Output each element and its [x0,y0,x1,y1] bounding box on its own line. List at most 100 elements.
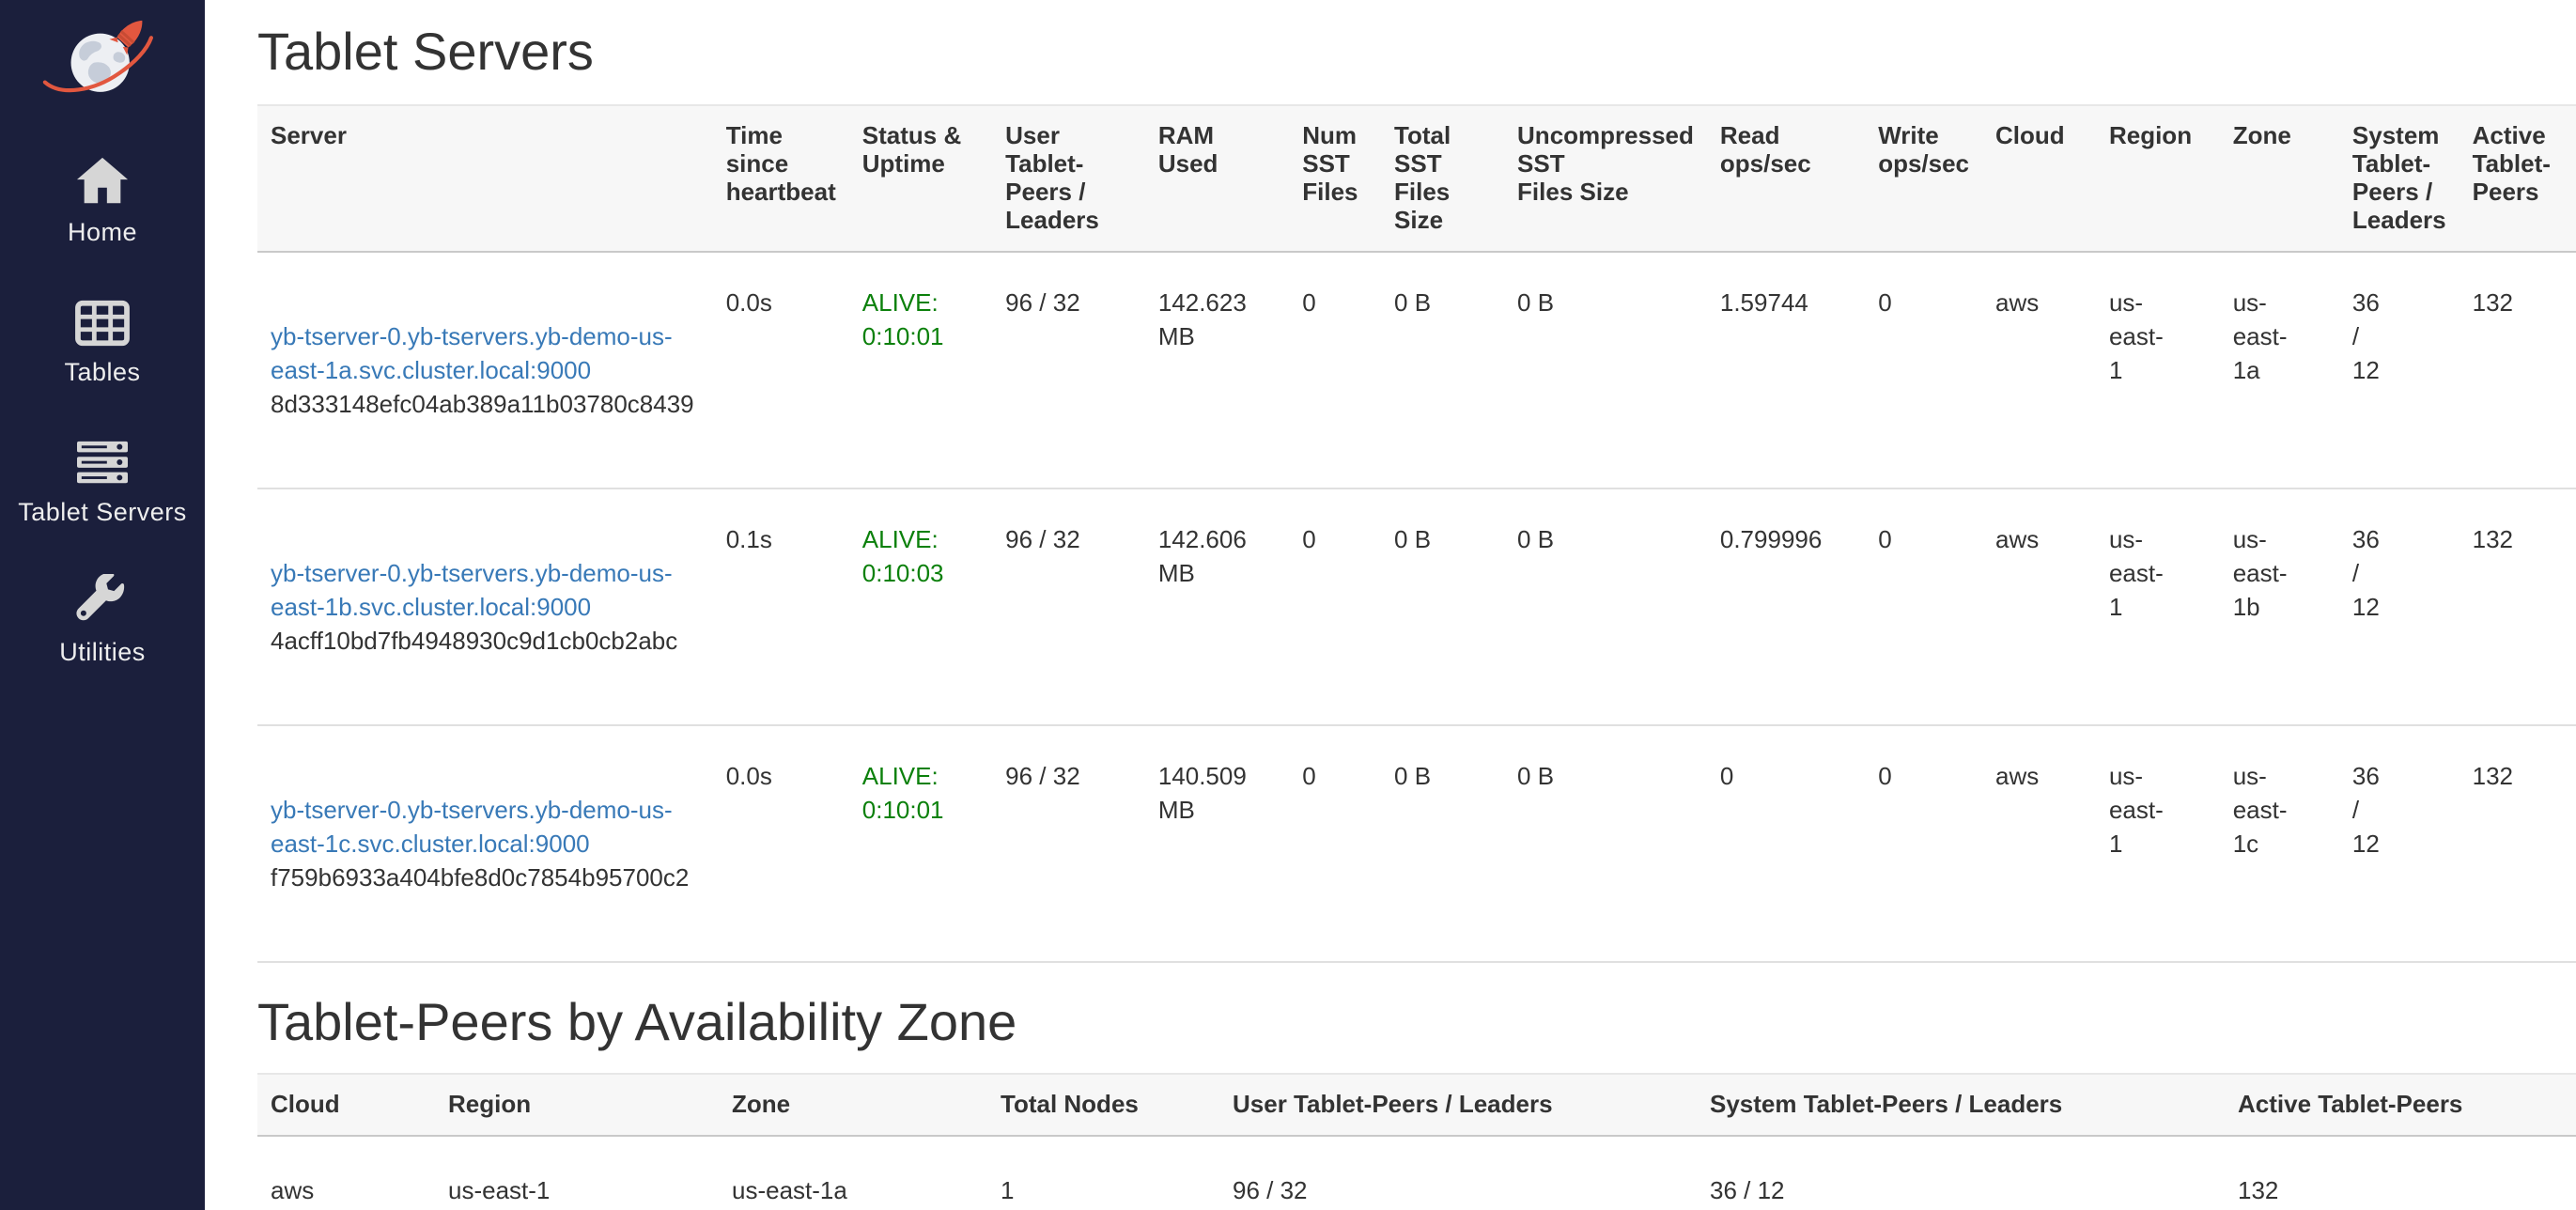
table-row: yb-tserver-0.yb-tservers.yb-demo-us-east… [257,725,2576,962]
yugabyte-logo[interactable] [32,15,173,100]
ram-used-cell: 142.606 MB [1145,489,1289,725]
num-sst-files-cell: 0 [1289,725,1381,962]
ram-used-cell: 140.509 MB [1145,725,1289,962]
time-since-heartbeat-cell: 0.0s [713,725,849,962]
sidebar-item-tablet-servers[interactable]: Tablet Servers [0,432,205,572]
col-header-user-tablet-peers: User Tablet-Peers / Leaders [1219,1074,1697,1136]
active-tablet-peers-cell: 132 [2460,489,2576,725]
server-link[interactable]: yb-tserver-0.yb-tservers.yb-demo-us-east… [271,559,673,621]
tablet-servers-table: Server Time since heartbeat Status & Upt… [257,104,2576,963]
col-header-zone: Zone [2220,105,2339,252]
zone-cell: us- east- 1a [2220,252,2339,489]
home-icon [73,152,132,209]
col-header-num-sst-files: Num SST Files [1289,105,1381,252]
utilities-icon [74,572,131,628]
server-link[interactable]: yb-tserver-0.yb-tservers.yb-demo-us-east… [271,322,673,384]
time-since-heartbeat-cell: 0.1s [713,489,849,725]
col-header-zone: Zone [719,1074,987,1136]
sidebar-item-tables[interactable]: Tables [0,292,205,432]
ram-used-cell: 142.623 MB [1145,252,1289,489]
sidebar-item-home[interactable]: Home [0,152,205,292]
uncompressed-sst-size-cell: 0 B [1504,252,1707,489]
server-uuid: 4acff10bd7fb4948930c9d1cb0cb2abc [271,624,700,658]
total-sst-size-cell: 0 B [1381,252,1504,489]
page-title-tablet-peers-by-az: Tablet-Peers by Availability Zone [257,995,2576,1050]
zone-cell: us- east- 1b [2220,489,2339,725]
write-ops-cell: 0 [1865,725,1982,962]
table-row: yb-tserver-0.yb-tservers.yb-demo-us-east… [257,489,2576,725]
main-content: Tablet Servers Server Time since heartbe… [205,0,2576,1210]
table-row: aws us-east-1 us-east-1a 1 96 / 32 36 / … [257,1136,2576,1210]
col-header-user-tablet-peers: User Tablet- Peers / Leaders [992,105,1145,252]
col-header-total-sst-size: Total SST Files Size [1381,105,1504,252]
time-since-heartbeat-cell: 0.0s [713,252,849,489]
region-cell: us- east- 1 [2096,725,2220,962]
system-tablet-peers-cell: 36 / 12 [2339,725,2460,962]
system-tablet-peers-cell: 36 / 12 [2339,489,2460,725]
tablet-servers-icon [73,432,132,489]
cloud-cell: aws [257,1136,435,1210]
sidebar-item-label: Tables [64,358,140,387]
cloud-cell: aws [1982,725,2096,962]
total-sst-size-cell: 0 B [1381,725,1504,962]
region-cell: us- east- 1 [2096,489,2220,725]
zone-cell: us- east- 1c [2220,725,2339,962]
sidebar-item-label: Tablet Servers [18,498,187,527]
read-ops-cell: 0 [1707,725,1865,962]
az-header-row: Cloud Region Zone Total Nodes User Table… [257,1074,2576,1136]
system-tablet-peers-cell: 36 / 12 [2339,252,2460,489]
region-cell: us- east- 1 [2096,252,2220,489]
status-uptime-cell: ALIVE: 0:10:01 [849,252,992,489]
col-header-read-ops: Read ops/sec [1707,105,1865,252]
col-header-region: Region [2096,105,2220,252]
server-cell: yb-tserver-0.yb-tservers.yb-demo-us-east… [257,489,713,725]
col-header-active-tablet-peers: Active Tablet-Peers [2225,1074,2576,1136]
read-ops-cell: 0.799996 [1707,489,1865,725]
active-tablet-peers-cell: 132 [2225,1136,2576,1210]
status-uptime-cell: ALIVE: 0:10:01 [849,725,992,962]
tablet-servers-header-row: Server Time since heartbeat Status & Upt… [257,105,2576,252]
region-cell: us-east-1 [435,1136,719,1210]
col-header-uncompressed-sst-size: Uncompressed SST Files Size [1504,105,1707,252]
user-tablet-peers-cell: 96 / 32 [992,725,1145,962]
write-ops-cell: 0 [1865,252,1982,489]
col-header-cloud: Cloud [257,1074,435,1136]
uncompressed-sst-size-cell: 0 B [1504,725,1707,962]
server-uuid: f759b6933a404bfe8d0c7854b95700c2 [271,861,700,894]
total-sst-size-cell: 0 B [1381,489,1504,725]
col-header-ram-used: RAM Used [1145,105,1289,252]
tables-icon [73,292,132,349]
num-sst-files-cell: 0 [1289,252,1381,489]
server-link[interactable]: yb-tserver-0.yb-tservers.yb-demo-us-east… [271,796,673,858]
col-header-write-ops: Write ops/sec [1865,105,1982,252]
sidebar: Home Tables [0,0,205,1210]
col-header-cloud: Cloud [1982,105,2096,252]
write-ops-cell: 0 [1865,489,1982,725]
cloud-cell: aws [1982,252,2096,489]
sidebar-item-label: Home [68,218,137,247]
server-uuid: 8d333148efc04ab389a11b03780c8439 [271,387,700,421]
server-cell: yb-tserver-0.yb-tservers.yb-demo-us-east… [257,252,713,489]
tablet-peers-by-az-table: Cloud Region Zone Total Nodes User Table… [257,1073,2576,1210]
sidebar-item-utilities[interactable]: Utilities [0,572,205,712]
sidebar-item-label: Utilities [59,638,146,667]
status-uptime-cell: ALIVE: 0:10:03 [849,489,992,725]
user-tablet-peers-cell: 96 / 32 [1219,1136,1697,1210]
col-header-server: Server [257,105,713,252]
server-cell: yb-tserver-0.yb-tservers.yb-demo-us-east… [257,725,713,962]
app-window: Home Tables [0,0,2576,1210]
num-sst-files-cell: 0 [1289,489,1381,725]
cloud-cell: aws [1982,489,2096,725]
table-row: yb-tserver-0.yb-tservers.yb-demo-us-east… [257,252,2576,489]
active-tablet-peers-cell: 132 [2460,252,2576,489]
user-tablet-peers-cell: 96 / 32 [992,489,1145,725]
user-tablet-peers-cell: 96 / 32 [992,252,1145,489]
active-tablet-peers-cell: 132 [2460,725,2576,962]
read-ops-cell: 1.59744 [1707,252,1865,489]
col-header-active-tablet-peers: Active Tablet- Peers [2460,105,2576,252]
col-header-system-tablet-peers: System Tablet-Peers / Leaders [1697,1074,2225,1136]
col-header-system-tablet-peers: System Tablet- Peers / Leaders [2339,105,2460,252]
col-header-time-since-heartbeat: Time since heartbeat [713,105,849,252]
col-header-region: Region [435,1074,719,1136]
total-nodes-cell: 1 [987,1136,1219,1210]
